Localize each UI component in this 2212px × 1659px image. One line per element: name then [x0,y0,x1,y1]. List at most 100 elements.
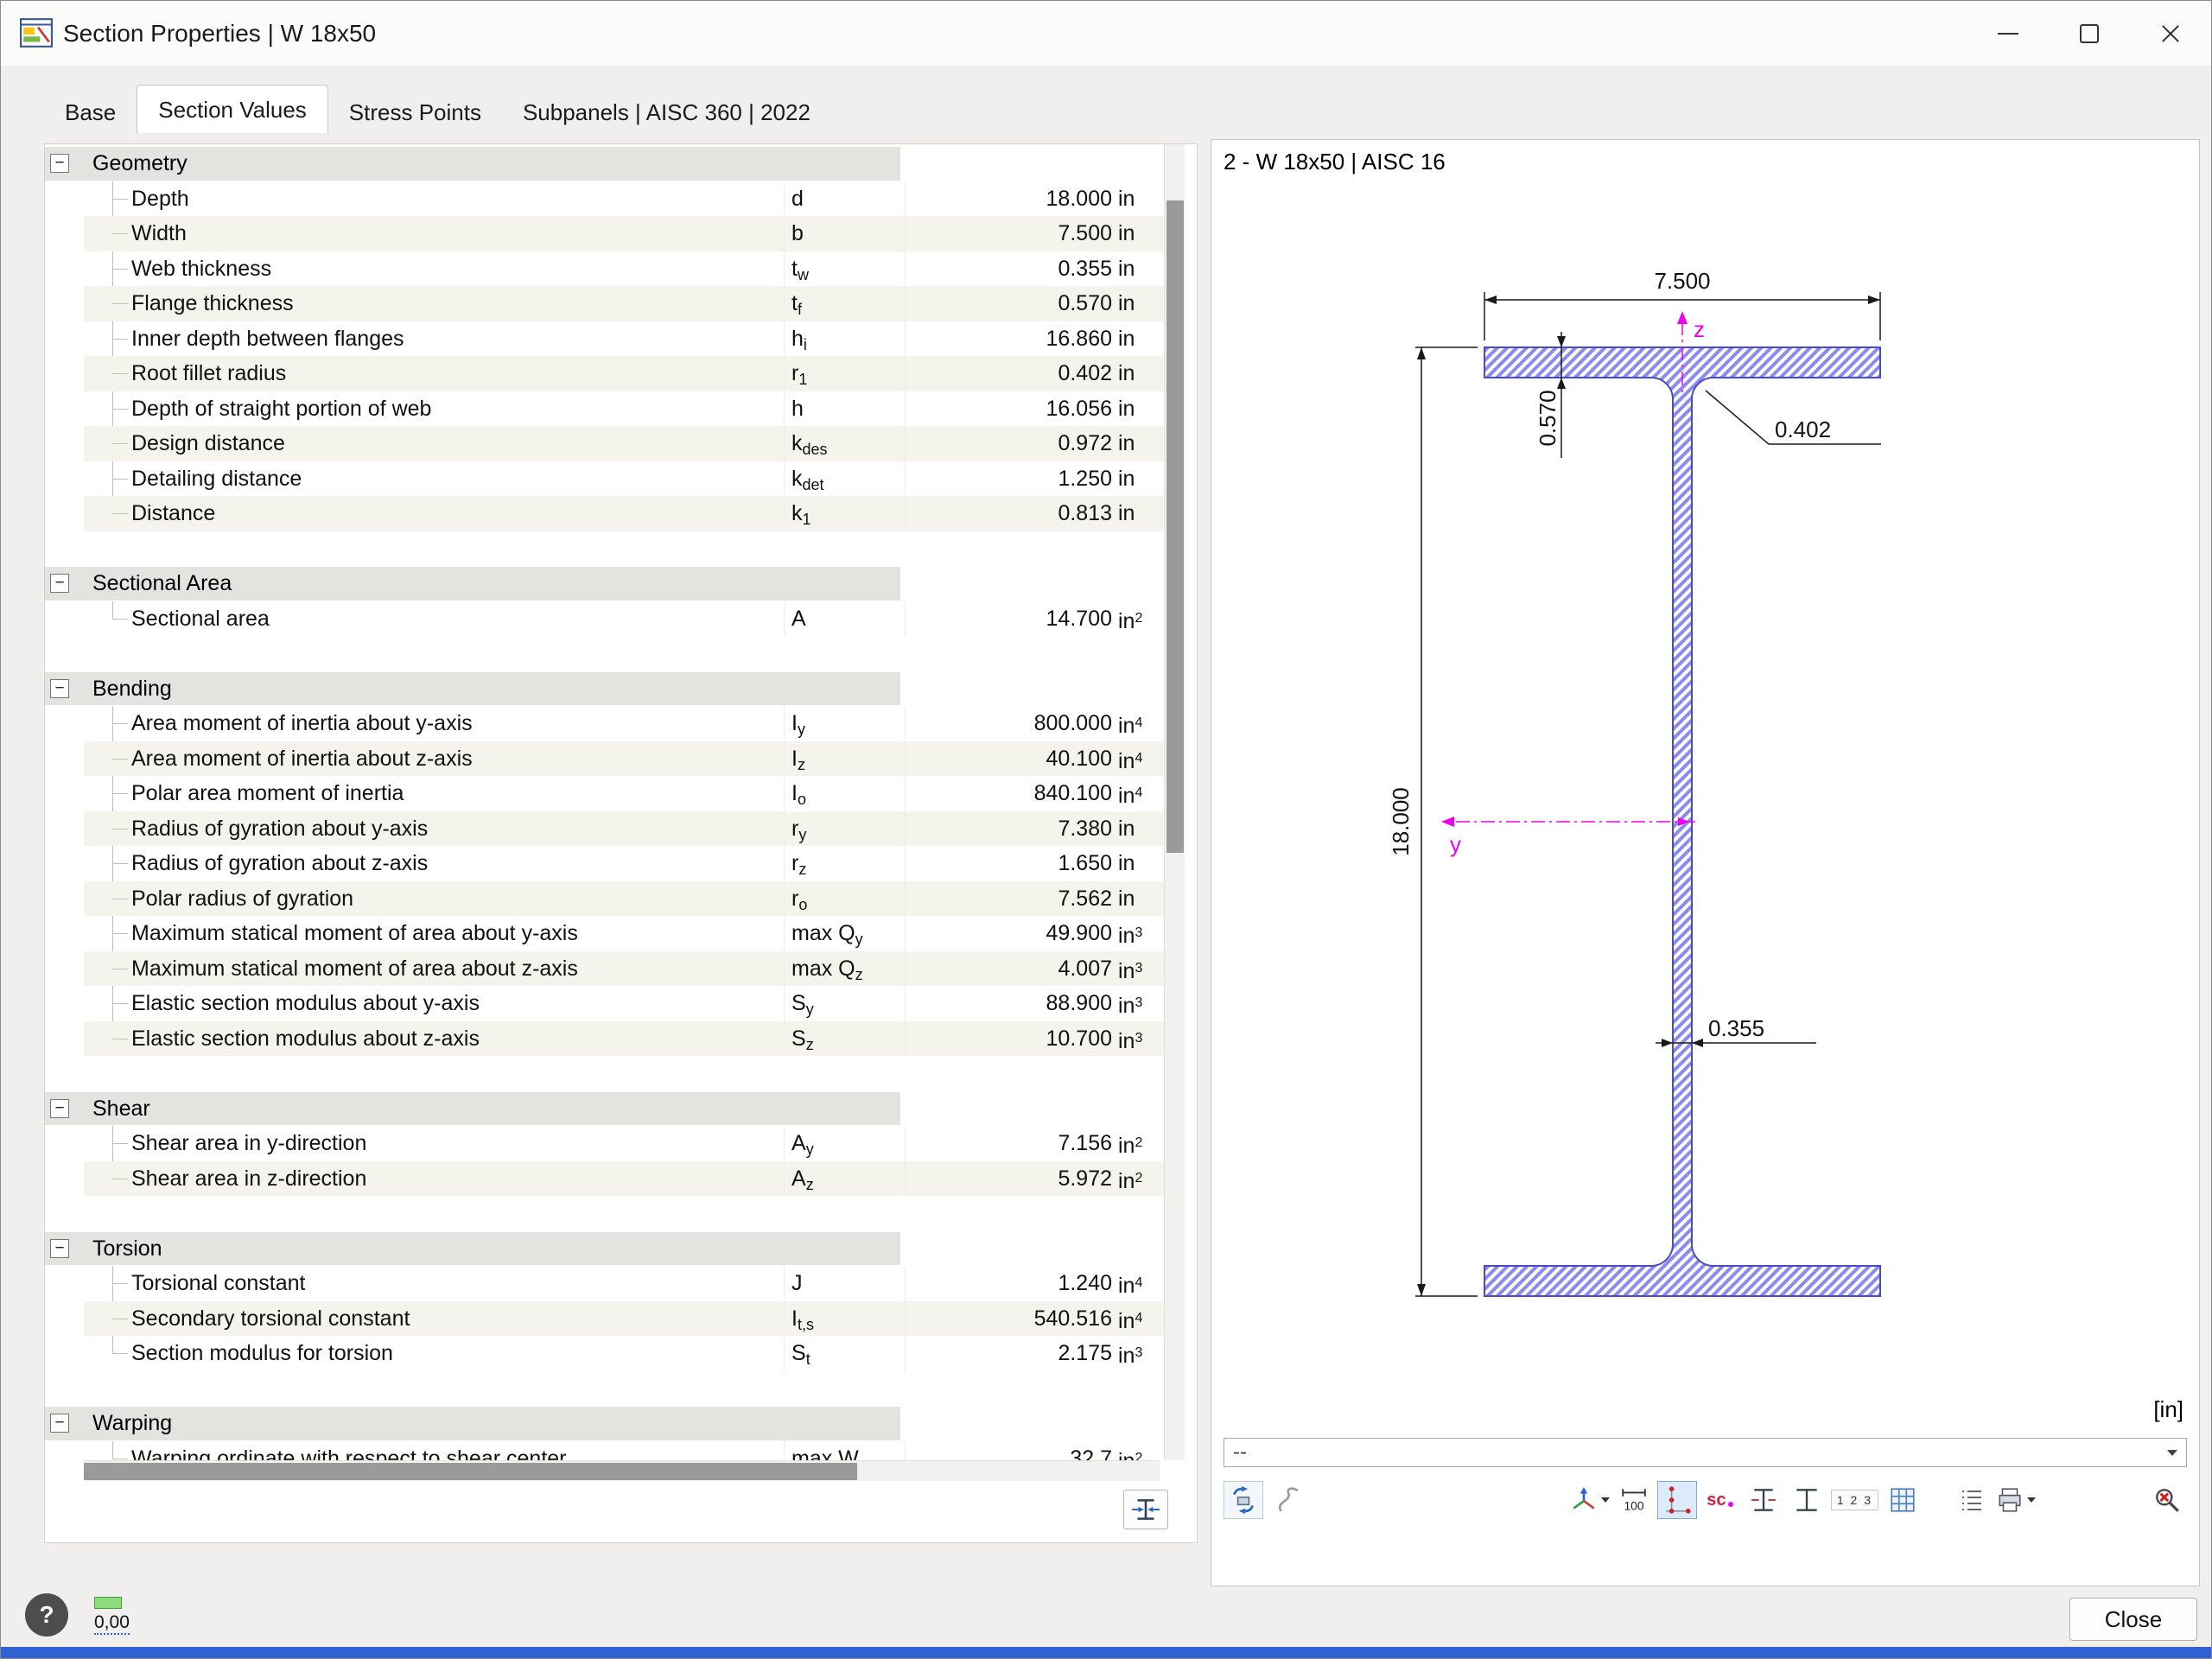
collapse-toggle[interactable]: − [50,1414,69,1433]
table-row[interactable]: Flange thickness tf 0.570 in [45,286,1164,321]
table-row[interactable]: Inner depth between flanges hi 16.860 in [45,321,1164,356]
property-value: 7.156 [905,1126,1112,1161]
shear-center-button[interactable]: sc [1700,1481,1740,1519]
table-row[interactable]: Area moment of inertia about y-axis Iy 800… [45,706,1164,741]
close-button[interactable]: Close [2069,1598,2197,1641]
table-row[interactable]: Distance k1 0.813 in [45,496,1164,531]
table-row[interactable]: Section modulus for torsion St 2.175 in3 [45,1336,1164,1371]
table-row[interactable]: Polar radius of gyration ro 7.562 in [45,880,1164,916]
property-value: 0.402 [905,356,1112,391]
grid-button[interactable] [1883,1481,1923,1519]
table-row[interactable]: Polar area moment of inertia Io 840.100 in4 [45,776,1164,811]
group-header-row[interactable]: − Warping [45,1406,1164,1441]
property-symbol: ro [784,880,807,916]
table-row[interactable]: Depth d 18.000 in [45,181,1164,216]
print-button[interactable] [1995,1481,2037,1519]
table-row[interactable]: Depth of straight portion of web h 16.056 i… [45,391,1164,426]
property-symbol: J [784,1266,803,1301]
property-label: Elastic section modulus about y-axis [131,991,480,1015]
minimize-button[interactable] [1967,1,2049,66]
table-row[interactable]: Shear area in y-direction Ay 7.156 in2 [45,1126,1164,1161]
table-row[interactable]: Design distance kdes 0.972 in [45,426,1164,461]
collapse-toggle[interactable]: − [50,1098,69,1118]
property-label: Design distance [131,431,285,455]
collapse-toggle[interactable]: − [50,574,69,593]
collapse-toggle[interactable]: − [50,1238,69,1258]
collapse-toggle[interactable]: − [50,678,69,698]
horizontal-scrollbar[interactable] [84,1460,1160,1481]
table-row[interactable]: Web thickness tw 0.355 in [45,251,1164,286]
tab-subpanels[interactable]: Subpanels | AISC 360 | 2022 [502,92,831,133]
group-header-row[interactable]: − Geometry [45,146,1164,181]
tab-section-values[interactable]: Section Values [137,85,328,133]
group-title: Warping [92,1411,173,1435]
section-outline-button[interactable] [1787,1481,1827,1519]
collapse-toggle[interactable]: − [50,154,69,173]
close-window-button[interactable] [2130,1,2211,66]
group-header-row[interactable]: − Sectional Area [45,566,1164,601]
property-symbol: kdet [784,461,824,496]
property-symbol: max Qy [784,916,863,951]
property-value: 40.100 [905,741,1112,776]
property-unit: in [1118,326,1135,351]
property-value: 0.355 [905,251,1112,286]
tab-base[interactable]: Base [44,92,137,133]
table-row[interactable]: Detailing distance kdet 1.250 in [45,461,1164,496]
stress-points-button[interactable] [1656,1481,1697,1519]
tab-stress-points[interactable]: Stress Points [328,92,502,133]
group-header-row[interactable]: − Bending [45,671,1164,707]
property-symbol: Sz [784,1020,814,1056]
group-header-row[interactable]: − Shear [45,1091,1164,1127]
group-header-row[interactable]: − Torsion [45,1231,1164,1267]
decimal-places-button[interactable]: 0,00 [89,1594,146,1637]
property-label: Torsional constant [131,1271,306,1295]
details-button[interactable] [1952,1481,1992,1519]
table-row[interactable]: Maximum statical moment of area about y-… [45,916,1164,951]
dimensioning-button[interactable]: 100 [1614,1481,1654,1519]
horizontal-scrollbar-thumb[interactable] [84,1463,857,1480]
view-orientation-button[interactable] [1569,1481,1611,1519]
help-button[interactable]: ? [25,1593,68,1637]
group-title: Shear [92,1096,150,1121]
property-symbol: Sy [784,986,814,1021]
table-row[interactable]: Maximum statical moment of area about z-… [45,950,1164,986]
reset-zoom-button[interactable] [2147,1481,2187,1519]
property-symbol: tw [784,251,809,286]
annotation-dropdown[interactable]: -- [1224,1438,2187,1467]
dimension-lines-button[interactable] [1744,1481,1783,1519]
property-unit: in [1118,851,1135,875]
table-row[interactable]: Elastic section modulus about z-axis Sz 10… [45,1020,1164,1056]
decimal-places-label: 0,00 [94,1612,130,1635]
shape-curve-button[interactable] [1268,1481,1308,1519]
property-value: 10.700 [905,1020,1112,1056]
table-row[interactable]: Warping ordinate with respect to shear c… [45,1440,1164,1460]
property-label: Polar area moment of inertia [131,781,404,805]
group-title: Torsion [92,1236,162,1261]
property-unit: in [1118,816,1135,841]
rotate-section-button[interactable] [1224,1481,1263,1519]
table-row[interactable]: Radius of gyration about y-axis ry 7.380 in [45,810,1164,846]
table-row[interactable]: Width b 7.500 in [45,216,1164,251]
table-row[interactable]: Area moment of inertia about z-axis Iz 40.… [45,741,1164,776]
dimension-lines [1415,292,1881,1297]
numbering-button[interactable]: 1 2 3 [1830,1481,1879,1519]
table-row[interactable]: Sectional area A 14.700 in2 [45,601,1164,636]
property-label: Depth [131,186,189,211]
section-info-button[interactable] [1123,1490,1168,1529]
property-label: Secondary torsional constant [131,1306,410,1331]
property-label: Shear area in z-direction [131,1166,367,1191]
property-value: 0.570 [905,286,1112,321]
property-value: 1.250 [905,461,1112,496]
vertical-scrollbar-thumb[interactable] [1166,200,1184,853]
table-row[interactable]: Torsional constant J 1.240 in4 [45,1266,1164,1301]
table-row[interactable]: Radius of gyration about z-axis rz 1.650 in [45,846,1164,881]
table-row[interactable]: Root fillet radius r1 0.402 in [45,356,1164,391]
property-unit: in [1118,431,1135,455]
property-symbol: kdes [784,426,828,461]
section-viewer-panel: 2 - W 18x50 | AISC 16 7.500 18.000 0.570… [1211,139,2200,1586]
vertical-scrollbar[interactable] [1164,144,1185,1460]
table-row[interactable]: Shear area in z-direction Az 5.972 in2 [45,1160,1164,1196]
table-row[interactable]: Secondary torsional constant It,s 540.516 i… [45,1300,1164,1336]
table-row[interactable]: Elastic section modulus about y-axis Sy 88… [45,986,1164,1021]
maximize-button[interactable] [2049,1,2130,66]
